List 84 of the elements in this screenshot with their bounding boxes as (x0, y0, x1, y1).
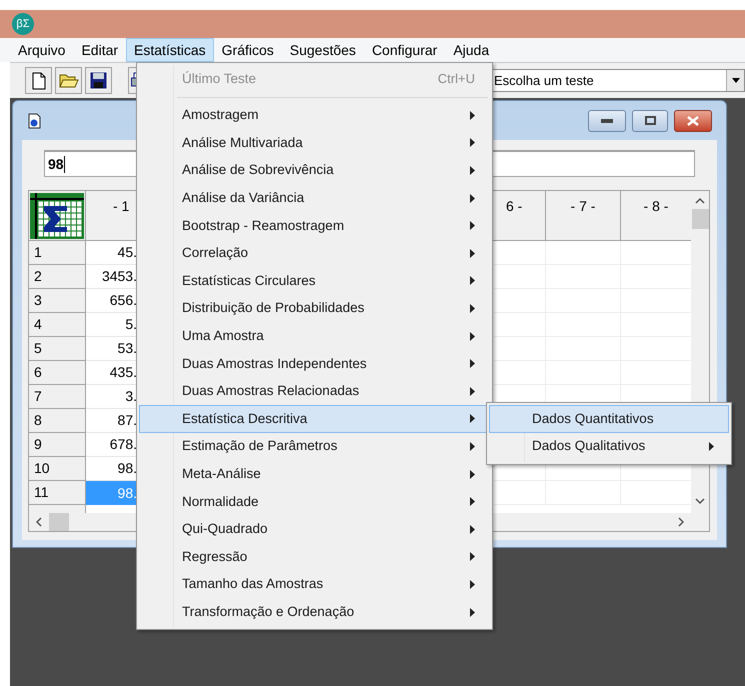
submenu-arrow-icon (470, 580, 475, 589)
row-header: 8 (29, 409, 86, 433)
submenu-arrow-icon (470, 497, 475, 506)
menu-item[interactable]: Análise da Variância (139, 184, 490, 212)
row-header: 6 (29, 361, 86, 385)
submenu-arrow-icon (470, 332, 475, 341)
maximize-icon (644, 116, 656, 125)
scroll-right-icon (678, 517, 684, 527)
test-select[interactable]: Escolha um teste (490, 69, 745, 92)
menu-item[interactable]: Meta-Análise (139, 460, 490, 488)
row-header: 7 (29, 385, 86, 409)
menu-item[interactable]: Distribuição de Probabilidades (139, 294, 490, 322)
menu-item[interactable]: Normalidade (139, 488, 490, 516)
submenu-arrow-icon (470, 138, 475, 148)
submenu-arrow-icon (470, 276, 475, 286)
menu-item[interactable]: Análise Multivariada (139, 129, 490, 157)
menu-bar-item[interactable]: Ajuda (445, 38, 498, 62)
menu-item[interactable]: Correlação (139, 240, 490, 268)
row-header: 11 (29, 481, 86, 505)
open-button[interactable] (55, 67, 82, 94)
submenu-arrow-icon (470, 442, 475, 452)
column-header: - 7 - (546, 191, 621, 240)
submenu-arrow-icon (470, 248, 475, 258)
new-file-button[interactable] (25, 67, 52, 94)
submenu-arrow-icon (470, 386, 475, 396)
submenu-arrow-icon (470, 194, 475, 203)
close-icon (687, 116, 699, 126)
menu-item[interactable]: Qui-Quadrado (139, 516, 490, 544)
menu-bar-item[interactable]: Arquivo (10, 38, 74, 62)
menu-item[interactable]: Duas Amostras Relacionadas (139, 378, 490, 406)
menu-item[interactable]: Dados Qualitativos (489, 432, 729, 460)
scroll-left-icon (36, 517, 42, 527)
row-header: 10 (29, 457, 86, 481)
submenu-arrow-icon (470, 524, 475, 534)
menu-item[interactable]: Estimação de Parâmetros (139, 432, 490, 460)
blank-page-icon (32, 72, 46, 90)
submenu-arrow-icon (470, 552, 475, 562)
submenu-arrow-icon (709, 442, 714, 451)
submenu-arrow-icon (470, 608, 475, 617)
menu-bar-item[interactable]: Estatísticas (126, 38, 214, 62)
maximize-button[interactable] (632, 110, 668, 132)
menu-item[interactable]: Estatísticas Circulares (139, 267, 490, 295)
menu-bar-item[interactable]: Configurar (364, 38, 446, 62)
menu-item[interactable]: Dados Quantitativos (489, 405, 729, 433)
row-header: 5 (29, 337, 86, 361)
column-header: 6 - (494, 191, 546, 240)
menu-item[interactable]: Regressão (139, 543, 490, 571)
column-header: - 8 - (642, 197, 670, 216)
menu-item[interactable]: Bootstrap - Reamostragem (139, 212, 490, 240)
scroll-up-icon (695, 197, 705, 205)
submenu-arrow-icon (470, 221, 475, 230)
scroll-down-icon (695, 497, 705, 505)
row-header: 9 (29, 433, 86, 457)
menu-item[interactable]: Análise de Sobrevivência (139, 156, 490, 184)
scroll-thumb[interactable] (692, 209, 708, 229)
menu-item[interactable]: Tamanho das Amostras (139, 570, 490, 598)
submenu-arrow-icon (470, 110, 475, 120)
row-header: 2 (29, 265, 86, 289)
close-button[interactable] (674, 110, 712, 132)
menu-bar-item[interactable]: Sugestões (282, 38, 364, 62)
scroll-thumb[interactable] (49, 513, 69, 531)
column-header: - 1 (112, 197, 130, 216)
row-header: 3 (29, 289, 86, 313)
minimize-icon (601, 118, 613, 122)
menu-item[interactable]: Transformação e Ordenação (139, 598, 490, 626)
submenu-arrow-icon (470, 304, 475, 314)
save-button[interactable] (85, 67, 112, 94)
folder-icon (58, 73, 78, 88)
submenu-arrow-icon (470, 166, 475, 176)
submenu-arrow-icon (470, 470, 475, 479)
app-logo: βΣ (12, 13, 34, 35)
table-cell: 98. (86, 481, 137, 505)
submenu-arrow-icon (470, 359, 475, 368)
dropdown-caret-icon (732, 78, 740, 83)
row-header: 1 (29, 241, 86, 265)
minimize-button[interactable] (588, 110, 626, 132)
submenu-arrow-icon (470, 414, 475, 424)
menu-item[interactable]: Amostragem (139, 102, 490, 130)
document-icon (28, 112, 41, 128)
menu-bar-item[interactable]: Editar (73, 38, 126, 62)
menu-bar-item[interactable]: Gráficos (214, 38, 282, 62)
row-header: 4 (29, 313, 86, 337)
menu-item[interactable]: Uma Amostra (139, 322, 490, 350)
menu-item[interactable]: Duas Amostras Independentes (139, 350, 490, 378)
